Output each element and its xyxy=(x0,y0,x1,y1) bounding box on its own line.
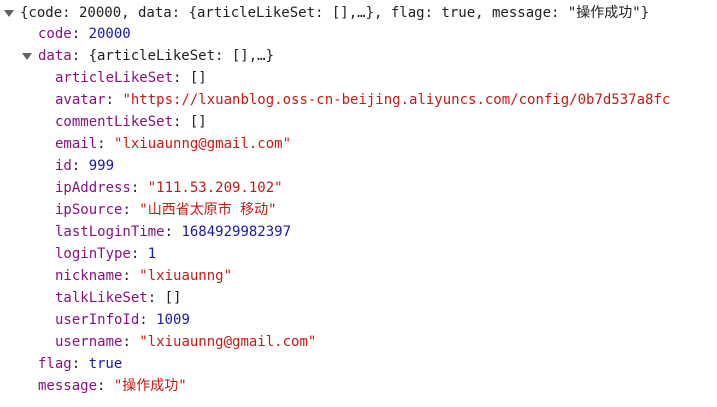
property-value-array: [] xyxy=(189,114,207,130)
property-value-string: "https://lxuanblog.oss-cn-beijing.aliyun… xyxy=(122,92,671,108)
property-key: commentLikeSet xyxy=(55,114,174,130)
data-expand-toggle-icon[interactable] xyxy=(21,45,33,67)
property-key: articleLikeSet xyxy=(55,70,174,86)
property-key: loginType xyxy=(55,246,131,262)
property-key: avatar xyxy=(55,92,106,108)
property-key: userInfoId xyxy=(55,312,140,328)
property-value-array: [] xyxy=(189,70,207,86)
property-key: id xyxy=(55,158,72,174)
property-value-string: "lxiuaunng@gmail.com" xyxy=(114,136,292,152)
property-key: flag xyxy=(38,356,72,372)
property-key: ipAddress xyxy=(55,180,131,196)
property-key: username xyxy=(55,334,123,350)
property-value-number: 1684929982397 xyxy=(181,224,292,240)
root-expand-toggle-icon[interactable] xyxy=(3,2,15,24)
property-key: code xyxy=(38,26,72,42)
data-preview: {articleLikeSet: [],…} xyxy=(88,48,275,64)
property-value-string: "lxiuaunng" xyxy=(139,268,233,284)
property-value-string: "山西省太原市 移动" xyxy=(139,202,277,218)
property-value-number: 1009 xyxy=(156,312,190,328)
property-key: talkLikeSet xyxy=(55,290,148,306)
property-key: nickname xyxy=(55,268,123,284)
property-key: ipSource xyxy=(55,202,123,218)
property-value-string: "111.53.209.102" xyxy=(147,180,283,196)
property-value-string: "操作成功" xyxy=(113,378,187,394)
property-value-string: "lxiuaunng@gmail.com" xyxy=(139,334,317,350)
property-key: email xyxy=(55,136,98,152)
property-value-number: 20000 xyxy=(88,26,131,42)
property-value-array: [] xyxy=(164,290,182,306)
property-value-number: 1 xyxy=(147,246,157,262)
property-key: lastLoginTime xyxy=(55,224,165,240)
property-key: data xyxy=(38,48,72,64)
json-response-viewer: {code: 20000, data: {articleLikeSet: [],… xyxy=(0,0,717,407)
property-key: message xyxy=(38,378,98,394)
property-value-number: 999 xyxy=(88,158,115,174)
property-value-boolean: true xyxy=(88,356,123,372)
root-preview: {code: 20000, data: {articleLikeSet: [],… xyxy=(20,5,650,21)
